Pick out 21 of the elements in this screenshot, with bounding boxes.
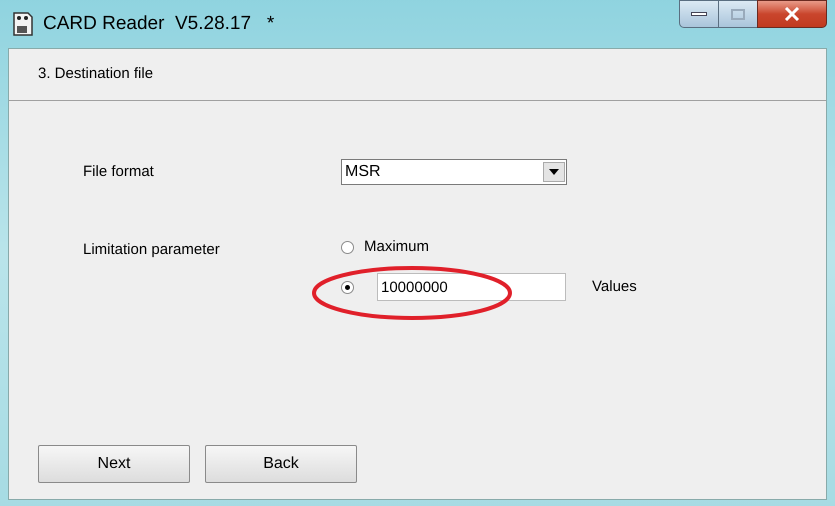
unit-label: Values: [592, 276, 637, 297]
value-input-field[interactable]: 10000000: [377, 273, 566, 301]
close-icon: [784, 7, 800, 21]
caret-icon: [549, 169, 559, 175]
wizard-button[interactable]: Back: [205, 445, 357, 483]
minimize-icon: [691, 12, 707, 16]
wizard-button[interactable]: Next: [38, 445, 190, 483]
window-title: CARD Reader V5.28.17 *: [43, 12, 274, 36]
close-button[interactable]: [757, 0, 827, 28]
minimize-button[interactable]: [679, 0, 719, 28]
maximize-button[interactable]: [719, 0, 757, 28]
sd-card-icon: [11, 11, 35, 37]
field-label: Limitation parameter: [83, 240, 221, 260]
radio-button[interactable]: [341, 280, 354, 294]
maximize-icon: [731, 8, 745, 20]
file-format-dropdown[interactable]: MSR: [341, 159, 567, 185]
step-title: 3. Destination file: [38, 64, 154, 84]
dropdown-button[interactable]: [543, 162, 565, 182]
radio-button[interactable]: [341, 240, 354, 254]
radio-label: Maximum: [364, 236, 430, 257]
field-label: File format: [83, 162, 155, 182]
